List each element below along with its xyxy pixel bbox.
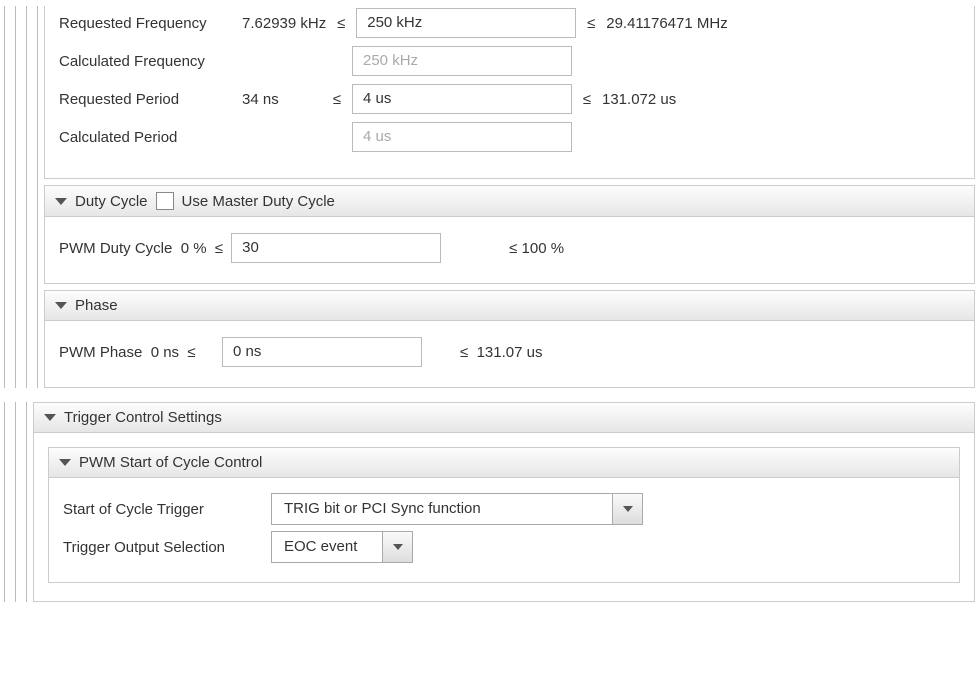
req-freq-input[interactable]: 250 kHz <box>356 8 576 38</box>
chevron-down-icon <box>59 459 71 466</box>
soc-control-header[interactable]: PWM Start of Cycle Control <box>49 448 959 478</box>
pwm-phase-input[interactable]: 0 ns <box>222 337 422 367</box>
leq-icon: ≤ <box>215 240 223 257</box>
leq-icon: ≤ <box>330 91 344 108</box>
req-period-min: 34 ns <box>242 91 322 108</box>
chevron-down-icon <box>55 302 67 309</box>
calc-freq-label: Calculated Frequency <box>59 53 234 70</box>
chevron-down-icon <box>393 544 403 550</box>
calc-period-output: 4 us <box>352 122 572 152</box>
soc-trigger-label: Start of Cycle Trigger <box>63 501 263 518</box>
chevron-down-icon <box>44 414 56 421</box>
use-master-duty-label: Use Master Duty Cycle <box>182 193 335 210</box>
pwm-duty-label: PWM Duty Cycle <box>59 240 172 257</box>
calc-period-label: Calculated Period <box>59 129 234 146</box>
trigger-output-label: Trigger Output Selection <box>63 539 263 556</box>
pwm-phase-label: PWM Phase <box>59 344 142 361</box>
req-freq-max: 29.41176471 MHz <box>606 15 727 32</box>
pwm-duty-input[interactable]: 30 <box>231 233 441 263</box>
dropdown-button[interactable] <box>612 494 642 524</box>
req-period-max: 131.072 us <box>602 91 676 108</box>
calc-freq-output: 250 kHz <box>352 46 572 76</box>
phase-title: Phase <box>75 297 118 314</box>
req-period-label: Requested Period <box>59 91 234 108</box>
pwm-duty-max: ≤ 100 % <box>509 240 564 257</box>
duty-cycle-title: Duty Cycle <box>75 193 148 210</box>
duty-cycle-header[interactable]: Duty Cycle Use Master Duty Cycle <box>45 186 974 217</box>
req-period-input[interactable]: 4 us <box>352 84 572 114</box>
trigger-output-select[interactable]: EOC event <box>271 531 413 563</box>
pwm-phase-min: 0 ns <box>151 344 179 361</box>
dropdown-button[interactable] <box>382 532 412 562</box>
chevron-down-icon <box>55 198 67 205</box>
trigger-output-value: EOC event <box>272 532 382 562</box>
leq-icon: ≤ <box>584 15 598 32</box>
soc-trigger-select[interactable]: TRIG bit or PCI Sync function <box>271 493 643 525</box>
leq-icon: ≤ <box>580 91 594 108</box>
soc-trigger-value: TRIG bit or PCI Sync function <box>272 494 612 524</box>
use-master-duty-checkbox[interactable] <box>156 192 174 210</box>
req-freq-min: 7.62939 kHz <box>242 15 326 32</box>
trigger-settings-header[interactable]: Trigger Control Settings <box>34 403 974 433</box>
leq-icon: ≤ <box>334 15 348 32</box>
chevron-down-icon <box>623 506 633 512</box>
soc-control-title: PWM Start of Cycle Control <box>79 454 262 471</box>
req-freq-label: Requested Frequency <box>59 15 234 32</box>
leq-icon: ≤ <box>460 344 468 361</box>
pwm-duty-min: 0 % <box>181 240 207 257</box>
trigger-settings-title: Trigger Control Settings <box>64 409 222 426</box>
phase-header[interactable]: Phase <box>45 291 974 321</box>
pwm-phase-max: 131.07 us <box>477 344 543 361</box>
leq-icon: ≤ <box>187 344 195 361</box>
